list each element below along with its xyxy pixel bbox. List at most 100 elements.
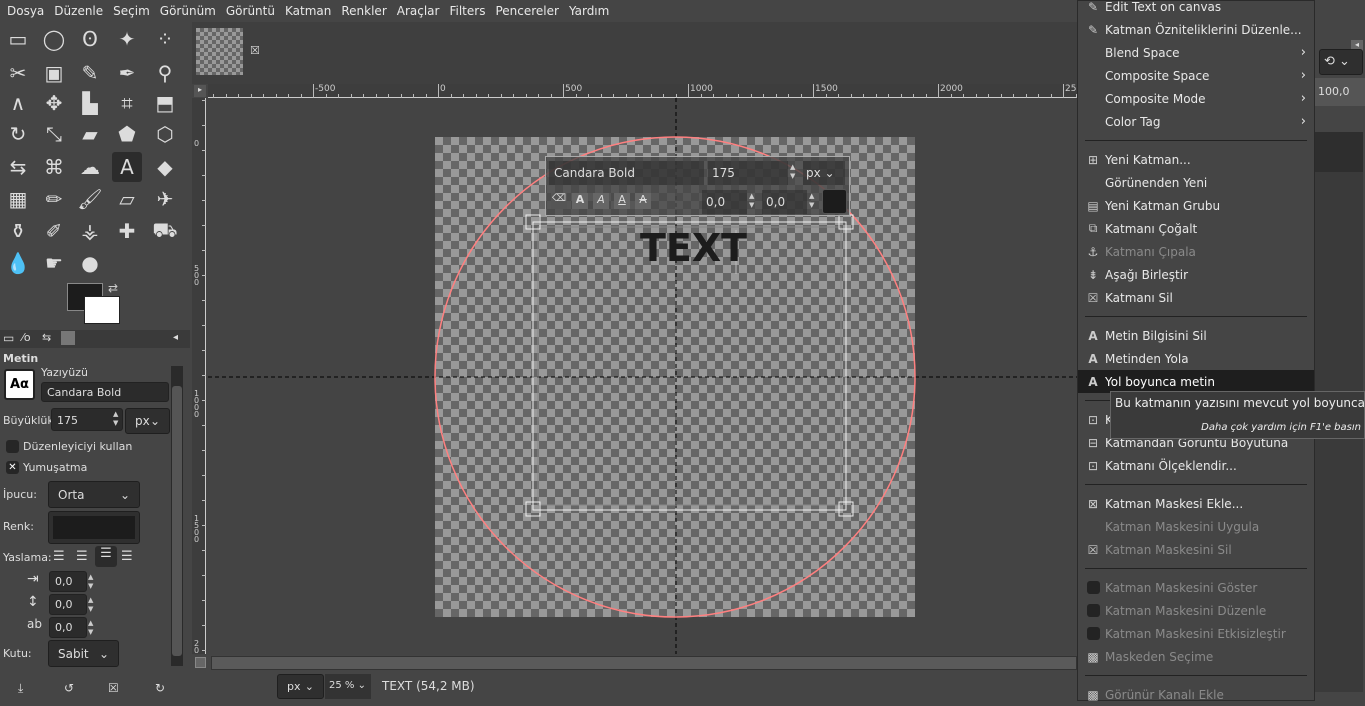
font-input[interactable]: Candara Bold [41,382,169,402]
baseline-input[interactable]: 0,0 [702,190,747,214]
gradient-icon[interactable]: ▦ [3,184,33,214]
image-thumbnail-tab[interactable] [196,28,243,75]
tool-options-tab-icon[interactable]: ▭ [3,331,14,345]
fuzzy-select-icon[interactable]: ✦ [112,24,142,54]
paintbrush-icon[interactable]: 🖌 [75,184,105,214]
lasso-icon[interactable]: ʘ [75,24,105,54]
menu-item-katman-maskesini-sil[interactable]: ☒ Katman Maskesini Sil [1078,538,1314,561]
antialias-checkbox[interactable]: ✕ [6,461,19,474]
menu-item-composite-space[interactable]: Composite Space › [1078,64,1314,87]
color-select-icon[interactable]: ⁘ [150,24,180,54]
menu-4[interactable]: Görüntü [221,4,280,18]
overlay-size-spinner[interactable]: ▲ ▼ [790,163,795,181]
quick-mask-toggle-icon[interactable]: ▸ [194,85,206,97]
horizontal-scrollbar[interactable] [211,656,1077,670]
line-spacing-input[interactable]: 0,0 [49,594,87,615]
scale-icon[interactable]: ⤡ [39,119,69,149]
menu-item-g-r-n-r-kanal-ekle[interactable]: ▩ Görünür Kanalı Ekle [1078,683,1314,706]
hint-select[interactable]: Orta ⌄ [48,481,140,508]
opacity-input[interactable]: 100,0 [1315,78,1365,106]
zoom-icon[interactable]: ⚲ [150,58,180,88]
letter-spacing-spinner[interactable]: ▲ ▼ [88,619,93,637]
menu-1[interactable]: Düzenle [49,4,108,18]
size-unit-select[interactable]: px ⌄ [125,408,170,434]
menu-6[interactable]: Renkler [336,4,391,18]
text-color-button[interactable] [48,511,140,544]
blur-icon[interactable]: 💧 [3,248,33,278]
menu-item-katman-maskesi-ekle-[interactable]: ⊠ Katman Maskesi Ekle... [1078,492,1314,515]
warp-icon[interactable]: ☁ [75,152,105,182]
menu-item-katman-sil[interactable]: ☒ Katmanı Sil [1078,286,1314,309]
rotate-icon[interactable]: ↻ [3,119,33,149]
menu-item-katman-maskesini-etkisizle-tir[interactable]: Katman Maskesini Etkisizleştir [1078,622,1314,645]
swap-colors-icon[interactable]: ⇄ [108,281,118,295]
justify-left-icon[interactable]: ☰ [53,549,65,564]
mypaint-brush-icon[interactable]: ✐ [39,216,69,246]
justify-center-icon[interactable]: ☰ [95,546,117,567]
menu-item-katman-maskesini-d-zenle[interactable]: Katman Maskesini Düzenle [1078,599,1314,622]
kerning-input[interactable]: 0,0 [762,190,807,214]
strikethrough-icon[interactable]: A [635,193,651,209]
menu-8[interactable]: Filters [444,4,490,18]
ellipse-select-icon[interactable]: ◯ [39,24,69,54]
menu-5[interactable]: Katman [280,4,336,18]
bucket-fill-icon[interactable]: ◆ [150,152,180,182]
menu-item-composite-mode[interactable]: Composite Mode › [1078,87,1314,110]
menu-item-yeni-katman-grubu[interactable]: ▤ Yeni Katman Grubu [1078,194,1314,217]
color-picker-icon[interactable]: ✒ [112,58,142,88]
ink-icon[interactable]: ⚱ [3,216,33,246]
menu-item-metinden-yola[interactable]: A Metinden Yola [1078,347,1314,370]
horizontal-ruler[interactable]: -500 0 500 1000 1500 2000 250 [208,84,1082,98]
eraser-icon[interactable]: ▱ [112,184,142,214]
underline-icon[interactable]: A [614,193,630,209]
menu-item-katman-o-alt[interactable]: ⧉ Katmanı Çoğalt [1078,217,1314,240]
menu-item-katman-zniteliklerini-d-zenle-[interactable]: ✎ Katman Özniteliklerini Düzenle... [1078,18,1314,41]
pencil-icon[interactable]: ✏ [39,184,69,214]
device-status-tab-icon[interactable]: ⁄o [22,331,31,344]
restore-preset-icon[interactable]: ↺ [64,681,74,695]
tool-options-scrollbar[interactable] [171,366,183,666]
shear-icon[interactable]: ▰ [75,119,105,149]
foreground-select-icon[interactable]: ▣ [39,58,69,88]
menu-item-g-r-nenden-yeni[interactable]: Görünenden Yeni [1078,171,1314,194]
perspective-clone-icon[interactable]: ⛟ [150,216,180,246]
background-color-swatch[interactable] [84,296,120,324]
canvas-text[interactable]: TEXT [640,226,747,270]
smudge-icon[interactable]: ☛ [39,248,69,278]
menu-item-maskeden-se-ime[interactable]: ▩ Maskeden Seçime [1078,645,1314,668]
flip-icon[interactable]: ⇆ [3,152,33,182]
align-icon[interactable]: ▙ [75,88,105,118]
menu-2[interactable]: Seçim [108,4,155,18]
menu-item-metin-bilgisini-sil[interactable]: A Metin Bilgisini Sil [1078,324,1314,347]
font-preview-button[interactable]: Aα [4,369,35,400]
menu-7[interactable]: Araçlar [392,4,445,18]
letter-spacing-input[interactable]: 0,0 [49,617,87,638]
unified-transform-icon[interactable]: ⬒ [150,88,180,118]
size-spinner[interactable]: ▲ ▼ [113,410,118,428]
cage-icon[interactable]: ⌘ [39,152,69,182]
undo-history-tab-icon[interactable]: ⇆ [42,331,51,344]
menu-3[interactable]: Görünüm [155,4,221,18]
menu-item-yeni-katman-[interactable]: ⊞ Yeni Katman... [1078,148,1314,171]
overlay-font-input[interactable]: Candara Bold [549,161,704,185]
indent-input[interactable]: 0,0 [49,571,87,592]
dodge-burn-icon[interactable]: ● [75,248,105,278]
menu-item-katman-maskesini-uygula[interactable]: Katman Maskesini Uygula [1078,515,1314,538]
kerning-spinner[interactable]: ▲ ▼ [809,192,814,210]
images-tab-icon[interactable] [61,331,75,345]
overlay-color-button[interactable] [822,189,847,214]
baseline-spinner[interactable]: ▲ ▼ [749,192,754,210]
scissors-icon[interactable]: ✂ [3,58,33,88]
zoom-value[interactable]: 25 % [329,680,354,691]
navigate-icon[interactable] [195,657,206,668]
paths-icon[interactable]: ✎ [75,58,105,88]
clone-icon[interactable]: ⚶ [75,216,105,246]
menu-0[interactable]: Dosya [2,4,49,18]
italic-icon[interactable]: A [593,193,609,209]
menu-item-katman-pala[interactable]: ⚓ Katmanı Çıpala [1078,240,1314,263]
measure-icon[interactable]: ∧ [3,88,33,118]
rect-select-icon[interactable]: ▭ [3,24,33,54]
menu-10[interactable]: Yardım [564,4,614,18]
box-select[interactable]: Sabit ⌄ [48,640,119,667]
menu-item-katman-maskesini-g-ster[interactable]: Katman Maskesini Göster [1078,576,1314,599]
